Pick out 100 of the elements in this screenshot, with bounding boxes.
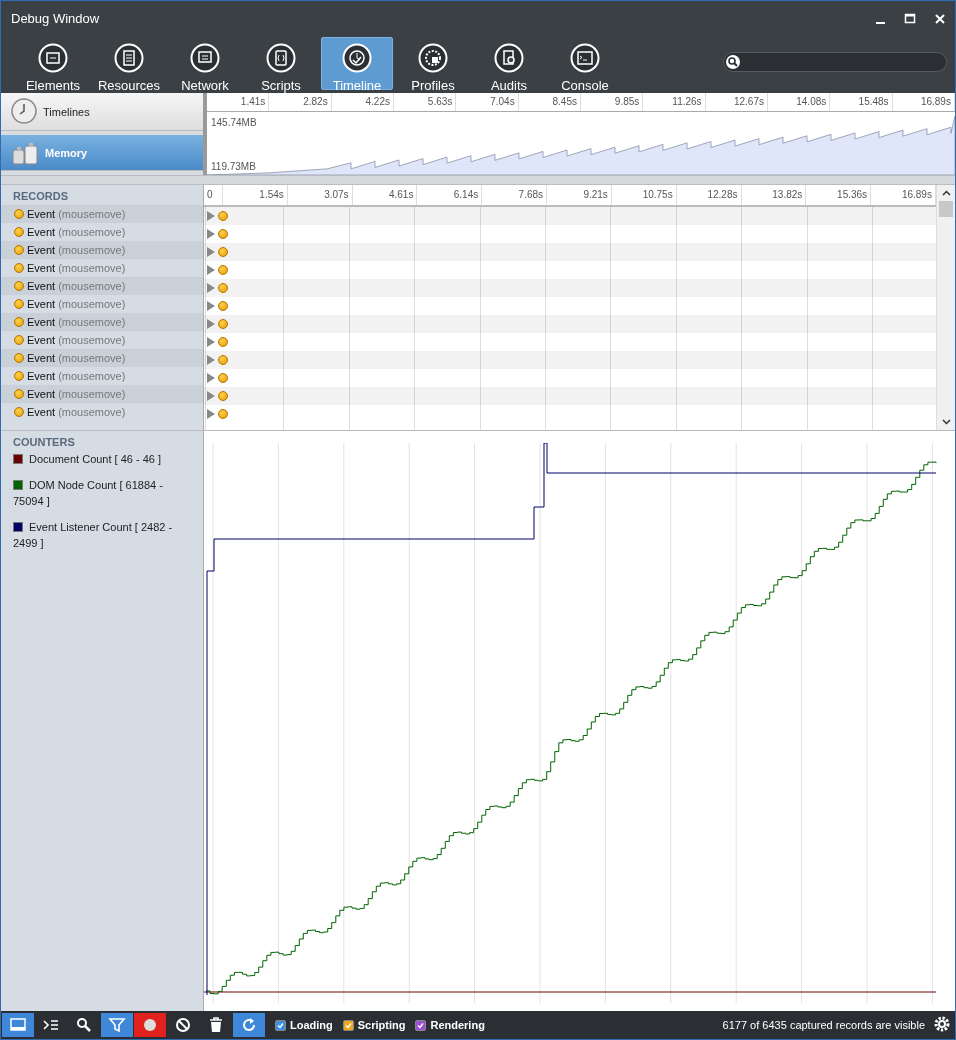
time-label: 15.48s <box>830 93 893 111</box>
clock-icon <box>342 43 372 73</box>
search-icon <box>726 55 740 69</box>
time-label: 13.82s <box>741 185 807 205</box>
time-label: 5.63s <box>394 93 457 111</box>
event-marker-icon <box>218 355 228 365</box>
record-name: Event <box>27 316 56 328</box>
monitor-icon <box>190 43 220 73</box>
time-label: 12.67s <box>705 93 768 111</box>
event-dot-icon <box>14 227 24 237</box>
filter-label: Rendering <box>430 1019 485 1031</box>
event-marker-icon <box>218 373 228 383</box>
record-button[interactable] <box>134 1013 166 1037</box>
counter-label: Event Listener Count [ 2482 - 2499 ] <box>13 521 173 549</box>
scroll-up-icon[interactable] <box>941 190 951 196</box>
record-name: Event <box>27 280 56 292</box>
record-detail: (mousemove) <box>58 388 126 400</box>
filter-label: Scripting <box>357 1019 406 1031</box>
time-label: 10.75s <box>611 185 677 205</box>
event-dot-icon <box>14 371 24 381</box>
status-text: 6177 of 6435 captured records are visible <box>722 1019 925 1031</box>
settings-icon[interactable] <box>933 1015 951 1033</box>
dock-icon <box>9 1016 27 1034</box>
event-dot-icon <box>14 299 24 309</box>
tab[interactable]: Profiles <box>397 37 469 90</box>
event-dot-icon <box>14 335 24 345</box>
event-dot-icon <box>14 281 24 291</box>
time-label: 11.26s <box>643 93 706 111</box>
record-detail: (mousemove) <box>58 226 126 238</box>
record-name: Event <box>27 406 56 418</box>
record-detail: (mousemove) <box>58 352 126 364</box>
tab[interactable]: Elements <box>17 37 89 90</box>
filter-label: Loading <box>290 1019 333 1031</box>
close-icon <box>933 11 947 26</box>
time-label: 7.04s <box>456 93 519 111</box>
record-name: Event <box>27 298 56 310</box>
filter-icon <box>108 1016 126 1034</box>
tab[interactable]: Console <box>549 37 621 90</box>
event-marker-icon <box>218 319 228 329</box>
time-label: 3.07s <box>287 185 353 205</box>
event-marker-icon <box>218 301 228 311</box>
record-detail: (mousemove) <box>58 370 126 382</box>
counter-label: DOM Node Count [ 61884 - 75094 ] <box>13 479 163 507</box>
record-name: Event <box>27 262 56 274</box>
search-field[interactable] <box>723 52 947 72</box>
time-label: 6.14s <box>417 185 483 205</box>
filter-checkbox[interactable] <box>342 1019 354 1031</box>
event-dot-icon <box>14 209 24 219</box>
record-detail: (mousemove) <box>58 316 126 328</box>
record-name: Event <box>27 226 56 238</box>
event-marker-icon <box>218 265 228 275</box>
event-dot-icon <box>14 263 24 273</box>
time-label: 15.36s <box>806 185 872 205</box>
section-heading: RECORDS <box>12 189 69 204</box>
event-dot-icon <box>14 389 24 399</box>
event-dot-icon <box>14 317 24 327</box>
record-detail: (mousemove) <box>58 406 126 418</box>
memory-max-label: 145.74MB <box>211 117 257 128</box>
section-heading: COUNTERS <box>12 435 76 450</box>
scrollbar[interactable] <box>936 185 955 430</box>
search-icon <box>75 1016 93 1034</box>
maximize-icon <box>903 11 917 26</box>
time-label: 1.41s <box>207 93 270 111</box>
tab[interactable]: Resources <box>93 37 165 90</box>
event-dot-icon <box>14 407 24 417</box>
record-detail: (mousemove) <box>58 298 126 310</box>
record-name: Event <box>27 244 56 256</box>
time-label: 12.28s <box>676 185 742 205</box>
event-dot-icon <box>14 353 24 363</box>
event-marker-icon <box>218 229 228 239</box>
view-item[interactable]: Timelines <box>1 93 203 131</box>
scroll-down-icon[interactable] <box>941 419 951 425</box>
event-marker-icon <box>218 391 228 401</box>
time-label: 9.85s <box>580 93 644 111</box>
record-detail: (mousemove) <box>58 244 126 256</box>
record-name: Event <box>27 388 56 400</box>
filter-checkbox[interactable] <box>415 1019 427 1031</box>
refresh-button[interactable] <box>233 1013 265 1037</box>
tab[interactable]: Network <box>169 37 241 90</box>
event-marker-icon <box>218 409 228 419</box>
tab[interactable]: Audits <box>473 37 545 90</box>
window-title: Debug Window <box>11 11 101 26</box>
event-dot-icon <box>14 245 24 255</box>
terminal-icon <box>570 43 600 73</box>
event-marker-icon <box>218 337 228 347</box>
event-marker-icon <box>218 247 228 257</box>
dock-button[interactable] <box>2 1013 34 1037</box>
time-label: 16.89s <box>871 185 936 205</box>
clock-icon <box>11 97 37 124</box>
time-label: 7.68s <box>482 185 548 205</box>
record-icon <box>141 1016 159 1034</box>
trash-icon <box>207 1016 225 1034</box>
scroll-thumb[interactable] <box>939 201 953 217</box>
clear-icon <box>174 1016 192 1034</box>
event-marker-icon <box>218 211 228 221</box>
time-label: 2.82s <box>269 93 332 111</box>
time-label: 4.61s <box>352 185 418 205</box>
record-name: Event <box>27 208 56 220</box>
time-label: 1.54s <box>223 185 288 205</box>
filter-checkbox[interactable] <box>275 1019 286 1031</box>
